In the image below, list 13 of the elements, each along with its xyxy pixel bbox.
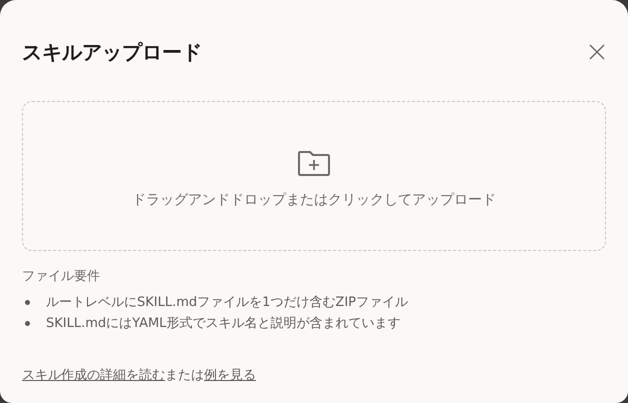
docs-link[interactable]: スキル作成の詳細を読む [22, 368, 165, 383]
example-link[interactable]: 例を見る [204, 368, 256, 383]
requirement-text: ルートレベルにSKILL.mdファイルを1つだけ含むZIPファイル [46, 294, 408, 311]
folder-plus-icon [297, 149, 331, 177]
bullet-icon [25, 320, 30, 326]
dropzone-text: ドラッグアンドドロップまたはクリックしてアップロード [132, 191, 496, 209]
upload-dropzone[interactable]: ドラッグアンドドロップまたはクリックしてアップロード [22, 101, 606, 251]
close-icon [588, 43, 606, 61]
requirement-text: SKILL.mdにはYAML形式でスキル名と説明が含まれています [46, 315, 400, 332]
help-text: スキル作成の詳細を読む または例を見る [22, 367, 257, 384]
bullet-icon [25, 300, 30, 304]
dialog-title: スキルアップロード [22, 38, 202, 66]
requirements-heading: ファイル要件 [22, 268, 101, 285]
